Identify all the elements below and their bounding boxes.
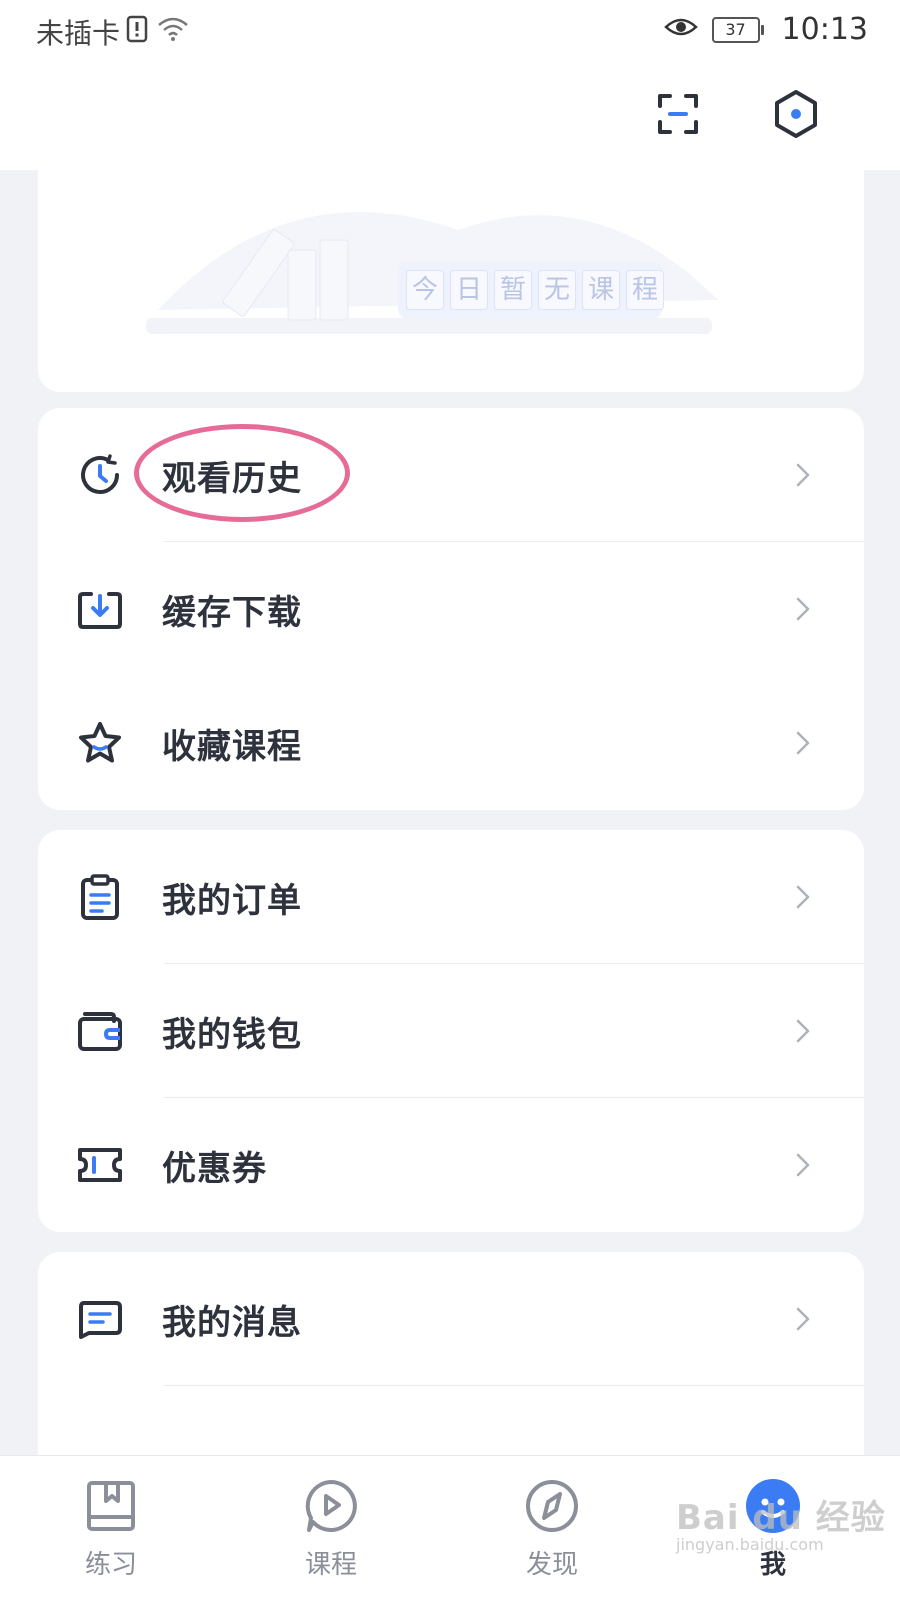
menu-item-favorite-courses[interactable]: 收藏课程: [38, 676, 864, 810]
menu-item-cache-download[interactable]: 缓存下载: [38, 542, 864, 676]
scan-icon: [656, 92, 700, 140]
empty-char: 今: [406, 270, 444, 310]
empty-char: 程: [626, 270, 664, 310]
sim-alert-icon: [126, 15, 148, 50]
empty-course-text: 今 日 暂 无 课 程: [406, 270, 664, 310]
menu-item-label: 观看历史: [162, 458, 302, 499]
tab-label: 发现: [525, 1550, 578, 1580]
chevron-right-icon: [790, 1306, 816, 1332]
download-icon: [76, 585, 124, 633]
menu-item-label: 缓存下载: [162, 592, 302, 633]
empty-course-illustration: 今 日 暂 无 课 程: [138, 190, 738, 360]
tab-discover[interactable]: 发现: [487, 1468, 617, 1593]
empty-char: 课: [582, 270, 620, 310]
settings-hex-icon: [773, 89, 819, 143]
menu-item-my-wallet[interactable]: 我的钱包: [38, 964, 864, 1098]
wallet-icon: [76, 1007, 124, 1055]
menu-item-label: 我的订单: [162, 880, 302, 921]
menu-item-my-messages[interactable]: 我的消息: [38, 1252, 864, 1386]
baidu-watermark: Bai du 经验 jingyan.baidu.com: [676, 1490, 886, 1554]
battery-indicator: 37: [711, 16, 764, 43]
menu-group-account: 我的订单 我的钱包 优惠券: [38, 830, 864, 1232]
settings-button[interactable]: [768, 88, 824, 144]
wifi-icon: [156, 15, 190, 50]
menu-item-my-orders[interactable]: 我的订单: [38, 830, 864, 964]
menu-item-label: 优惠券: [162, 1148, 267, 1189]
chevron-right-icon: [790, 462, 816, 488]
tab-practice[interactable]: 练习: [46, 1468, 176, 1593]
menu-item-label: 我的消息: [162, 1302, 302, 1343]
chevron-right-icon: [790, 884, 816, 910]
course-play-icon: [301, 1476, 361, 1536]
chevron-right-icon: [790, 596, 816, 622]
empty-char: 无: [538, 270, 576, 310]
history-clock-icon: [76, 451, 124, 499]
practice-book-icon: [81, 1476, 141, 1536]
menu-item-label: 收藏课程: [162, 726, 302, 767]
star-icon: [76, 719, 124, 767]
menu-group-learning: 观看历史 缓存下载 收藏课程: [38, 408, 864, 810]
status-right: 37 10:13: [650, 12, 868, 47]
tab-label: 课程: [304, 1550, 357, 1580]
chevron-right-icon: [790, 1152, 816, 1178]
tab-label: 练习: [84, 1550, 137, 1580]
menu-item-coupons[interactable]: 优惠券: [38, 1098, 864, 1232]
clock: 10:13: [781, 12, 868, 47]
top-action-bar: [0, 62, 900, 170]
chevron-right-icon: [790, 730, 816, 756]
watermark-logo: Bai du 经验: [676, 1498, 886, 1538]
order-clipboard-icon: [76, 873, 124, 921]
menu-item-watch-history[interactable]: 观看历史: [38, 408, 864, 542]
tab-course[interactable]: 课程: [266, 1468, 396, 1593]
discover-compass-icon: [522, 1476, 582, 1536]
carrier-text: 未插卡: [36, 17, 121, 50]
status-bar: 未插卡 37 10:13: [0, 0, 900, 62]
scan-button[interactable]: [650, 88, 706, 144]
message-icon: [76, 1295, 124, 1343]
coupon-icon: [76, 1141, 124, 1189]
menu-item-label: 我的钱包: [162, 1014, 302, 1055]
divider: [164, 1385, 864, 1386]
today-course-card: 今 日 暂 无 课 程: [38, 170, 864, 392]
empty-char: 日: [450, 270, 488, 310]
eye-comfort-icon: [663, 12, 698, 47]
chevron-right-icon: [790, 1018, 816, 1044]
empty-char: 暂: [494, 270, 532, 310]
status-left: 未插卡: [36, 12, 190, 52]
